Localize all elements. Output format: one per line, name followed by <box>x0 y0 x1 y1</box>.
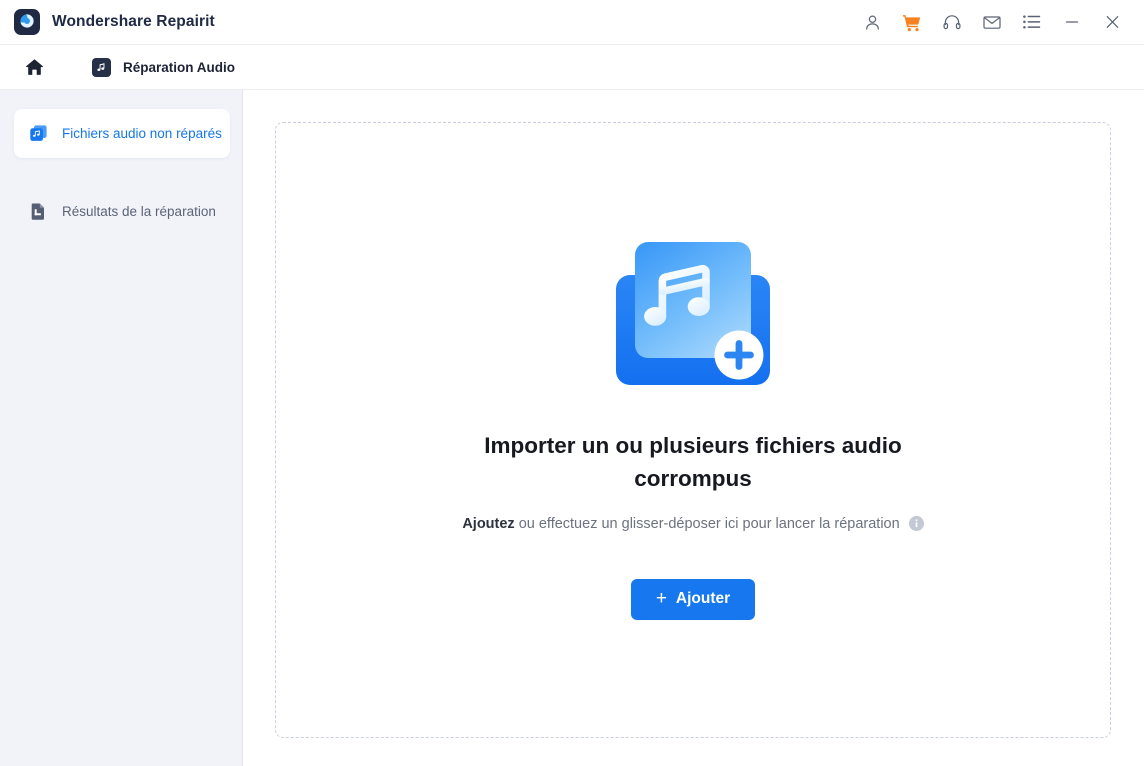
dropzone-subtitle-strong[interactable]: Ajoutez <box>462 516 514 532</box>
sidebar: Fichiers audio non réparés Résultats de … <box>0 90 243 766</box>
add-button[interactable]: + Ajouter <box>630 578 756 620</box>
minimize-icon[interactable] <box>1052 4 1092 40</box>
dropzone-subtitle: Ajoutez ou effectuez un glisser-déposer … <box>462 516 924 532</box>
main-content: Importer un ou plusieurs fichiers audio … <box>243 90 1144 766</box>
audio-files-icon <box>28 124 48 144</box>
file-dropzone[interactable]: Importer un ou plusieurs fichiers audio … <box>275 122 1111 738</box>
close-icon[interactable] <box>1092 4 1132 40</box>
account-icon[interactable] <box>852 4 892 40</box>
title-bar: Wondershare Repairit <box>0 0 1144 45</box>
add-button-label: Ajouter <box>675 590 731 608</box>
titlebar-controls <box>852 4 1132 40</box>
dropzone-subtitle-rest: ou effectuez un glisser-déposer ici pour… <box>518 515 900 532</box>
plus-icon: + <box>655 587 667 609</box>
breadcrumb-module-label: Réparation Audio <box>123 59 236 75</box>
dropzone-title: Importer un ou plusieurs fichiers audio … <box>484 433 902 491</box>
support-icon[interactable] <box>932 4 972 40</box>
sidebar-item-unrepaired-audio[interactable]: Fichiers audio non réparés <box>14 109 230 158</box>
mail-icon[interactable] <box>972 4 1012 40</box>
home-icon[interactable] <box>22 55 46 79</box>
dropzone-subtitle-text: Ajoutez ou effectuez un glisser-déposer … <box>462 516 899 532</box>
repair-results-icon <box>28 202 48 222</box>
cart-icon[interactable] <box>892 4 932 40</box>
sidebar-item-label: Fichiers audio non réparés <box>62 126 222 141</box>
app-body: Fichiers audio non réparés Résultats de … <box>0 90 1144 766</box>
wondershare-logo-icon <box>14 9 40 35</box>
app-title: Wondershare Repairit <box>52 13 215 30</box>
add-audio-file-icon <box>609 234 777 394</box>
info-icon[interactable] <box>908 516 924 532</box>
sidebar-item-repair-results[interactable]: Résultats de la réparation <box>14 187 230 236</box>
sidebar-item-label: Résultats de la réparation <box>62 204 216 219</box>
breadcrumb: Réparation Audio <box>0 45 1144 90</box>
audio-repair-icon <box>92 57 111 77</box>
breadcrumb-item-audio-repair[interactable]: Réparation Audio <box>92 57 236 77</box>
menu-list-icon[interactable] <box>1012 4 1052 40</box>
app-window: Wondershare Repairit Réparation Audio Fi… <box>0 0 1144 766</box>
